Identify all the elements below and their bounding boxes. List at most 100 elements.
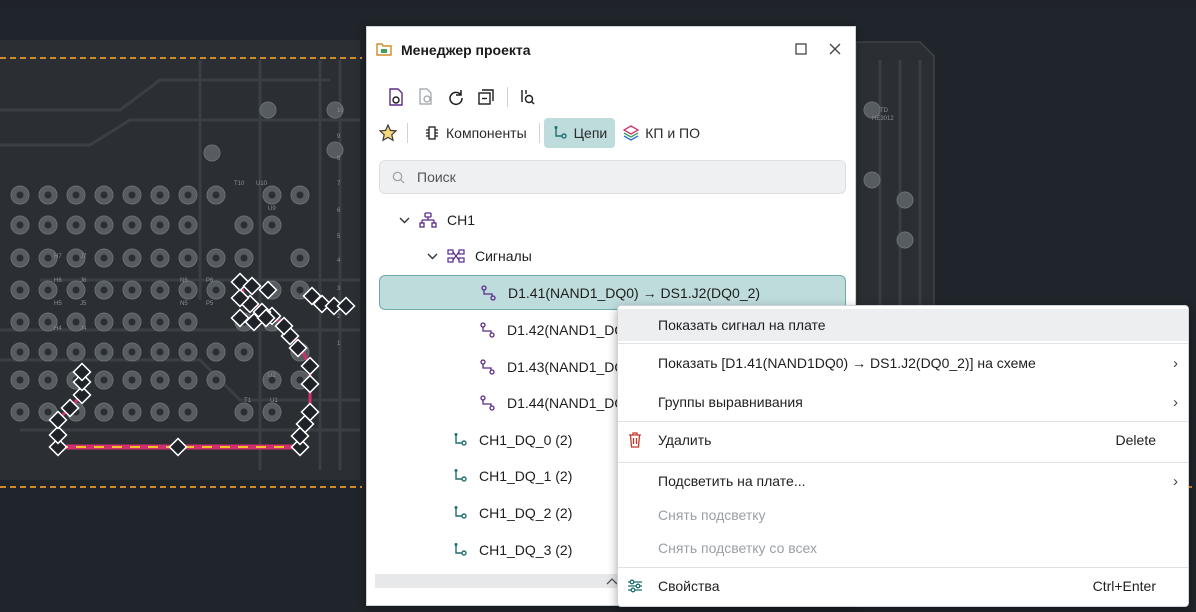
via-hole	[212, 254, 220, 262]
via-hole	[128, 318, 136, 326]
via-hole	[16, 191, 24, 199]
search-icon	[392, 171, 405, 183]
via-hole	[212, 286, 220, 294]
via-hole	[184, 348, 192, 356]
tree-item-signals[interactable]: Сигналы	[425, 238, 532, 274]
tab-nets-label: Цепи	[573, 125, 608, 141]
via-hole	[156, 254, 164, 262]
close-icon	[829, 43, 841, 55]
via-hole	[184, 318, 192, 326]
via-hole	[156, 221, 164, 229]
menu-item-highlight-on-board[interactable]: Подсветить на плате... ›	[618, 465, 1188, 497]
pcb-label: TD	[880, 108, 889, 114]
via-hole	[240, 254, 248, 262]
properties-icon	[628, 579, 642, 593]
tabs-divider	[407, 123, 408, 143]
via-hole	[100, 221, 108, 229]
close-button[interactable]	[825, 39, 845, 59]
via-hole	[44, 191, 52, 199]
menu-divider	[618, 567, 1188, 568]
tab-pads-vias[interactable]: КП и ПО	[615, 118, 708, 148]
via-hole	[240, 348, 248, 356]
tree-item-net[interactable]: CH1_DQ_0 (2)	[451, 422, 572, 458]
via-hole	[184, 221, 192, 229]
via-hole	[72, 318, 80, 326]
pcb-label: J5	[80, 301, 87, 307]
tree-item-label: CH1_DQ_3 (2)	[479, 542, 573, 558]
pcb-label: U10	[256, 181, 268, 187]
pcb-label: N6	[180, 278, 188, 284]
pcb-label: H5	[54, 301, 62, 307]
pcb-label: T1	[244, 398, 252, 404]
net-icon	[451, 504, 469, 522]
menu-item-delete[interactable]: Удалить Delete	[618, 424, 1188, 456]
chevron-down-icon[interactable]	[425, 249, 439, 263]
document-view-icon[interactable]	[385, 86, 407, 108]
chevron-right-icon: ›	[1173, 393, 1178, 411]
project-manager-icon	[376, 43, 392, 56]
document-find-icon[interactable]	[415, 86, 437, 108]
pcb-label: H6	[54, 278, 62, 284]
via-hole	[156, 348, 164, 356]
via-hole	[184, 376, 192, 384]
via-hole	[128, 376, 136, 384]
via-hole	[16, 254, 24, 262]
pcb-label: H7	[54, 254, 62, 260]
via-hole	[72, 254, 80, 262]
menu-item-clear-highlight[interactable]: Снять подсветку	[618, 499, 1188, 531]
via-hole	[156, 318, 164, 326]
collapse-all-icon[interactable]	[475, 86, 497, 108]
tab-nets[interactable]: Цепи	[543, 118, 616, 148]
pcb-label: J7	[80, 254, 87, 260]
tree-item-ch1[interactable]: CH1	[397, 202, 475, 238]
via-hole	[296, 286, 304, 294]
pcb-label: T10	[234, 181, 245, 187]
via-hole	[16, 408, 24, 416]
via-pad	[896, 231, 914, 249]
signal-icon	[480, 284, 498, 302]
tree-item-net[interactable]: CH1_DQ_2 (2)	[451, 495, 572, 531]
signals-icon	[447, 247, 465, 265]
network-find-icon[interactable]	[516, 86, 538, 108]
via-hole	[100, 254, 108, 262]
chevron-down-icon[interactable]	[397, 213, 411, 227]
via-hole	[44, 254, 52, 262]
chevron-right-icon: ›	[1173, 472, 1178, 490]
maximize-button[interactable]	[791, 39, 811, 59]
menu-item-show-signal-on-board[interactable]: Показать сигнал на плате	[618, 309, 1188, 341]
maximize-icon	[795, 43, 807, 55]
menu-item-alignment-groups[interactable]: Группы выравнивания ›	[618, 386, 1188, 418]
via-hole	[240, 221, 248, 229]
tree-item-net[interactable]: CH1_DQ_1 (2)	[451, 458, 572, 494]
menu-item-clear-highlight-all[interactable]: Снять подсветку со всех	[618, 532, 1188, 564]
via-hole	[72, 191, 80, 199]
search-input[interactable]	[417, 169, 817, 185]
menu-item-show-on-schematic[interactable]: Показать [D1.41(NAND1DQ0) → DS1.J2(DQ0_2…	[618, 347, 1188, 379]
app-window: 10 9 8 7 6 5 4 3 2 1 H7 J7 H6 J6 H5 J5 H4 J4 N6 P6 N5 P5 T10 U1…	[0, 0, 1196, 612]
net-icon	[451, 467, 469, 485]
pcb-label: J6	[80, 278, 87, 284]
tabs-divider	[538, 123, 540, 143]
via-hole	[100, 191, 108, 199]
favorites-star-icon[interactable]	[377, 122, 399, 144]
pcb-label: H4	[54, 326, 62, 332]
search-box	[379, 160, 846, 194]
tree-item-net[interactable]: CH1_DQ_3 (2)	[451, 532, 572, 568]
via-hole	[128, 221, 136, 229]
via-hole	[296, 191, 304, 199]
via-hole	[128, 348, 136, 356]
chevron-right-icon: ›	[1173, 354, 1178, 372]
via-hole	[128, 408, 136, 416]
via-hole	[212, 376, 220, 384]
tree-item-label: CH1_DQ_2 (2)	[479, 505, 573, 521]
via-hole	[72, 286, 80, 294]
refresh-icon[interactable]	[445, 86, 467, 108]
tab-components[interactable]: Компоненты	[416, 118, 535, 148]
pcb-label: J4	[80, 326, 87, 332]
via-hole	[296, 254, 304, 262]
menu-item-properties[interactable]: Свойства Ctrl+Enter	[618, 570, 1188, 602]
via-hole	[72, 348, 80, 356]
tree-item-label: D1.41(NAND1_DQ0) → DS1.J2(DQ0_2)	[508, 284, 761, 301]
pcb-label: U9	[268, 206, 276, 212]
context-menu: Показать сигнал на плате Показать [D1.41…	[617, 305, 1189, 607]
